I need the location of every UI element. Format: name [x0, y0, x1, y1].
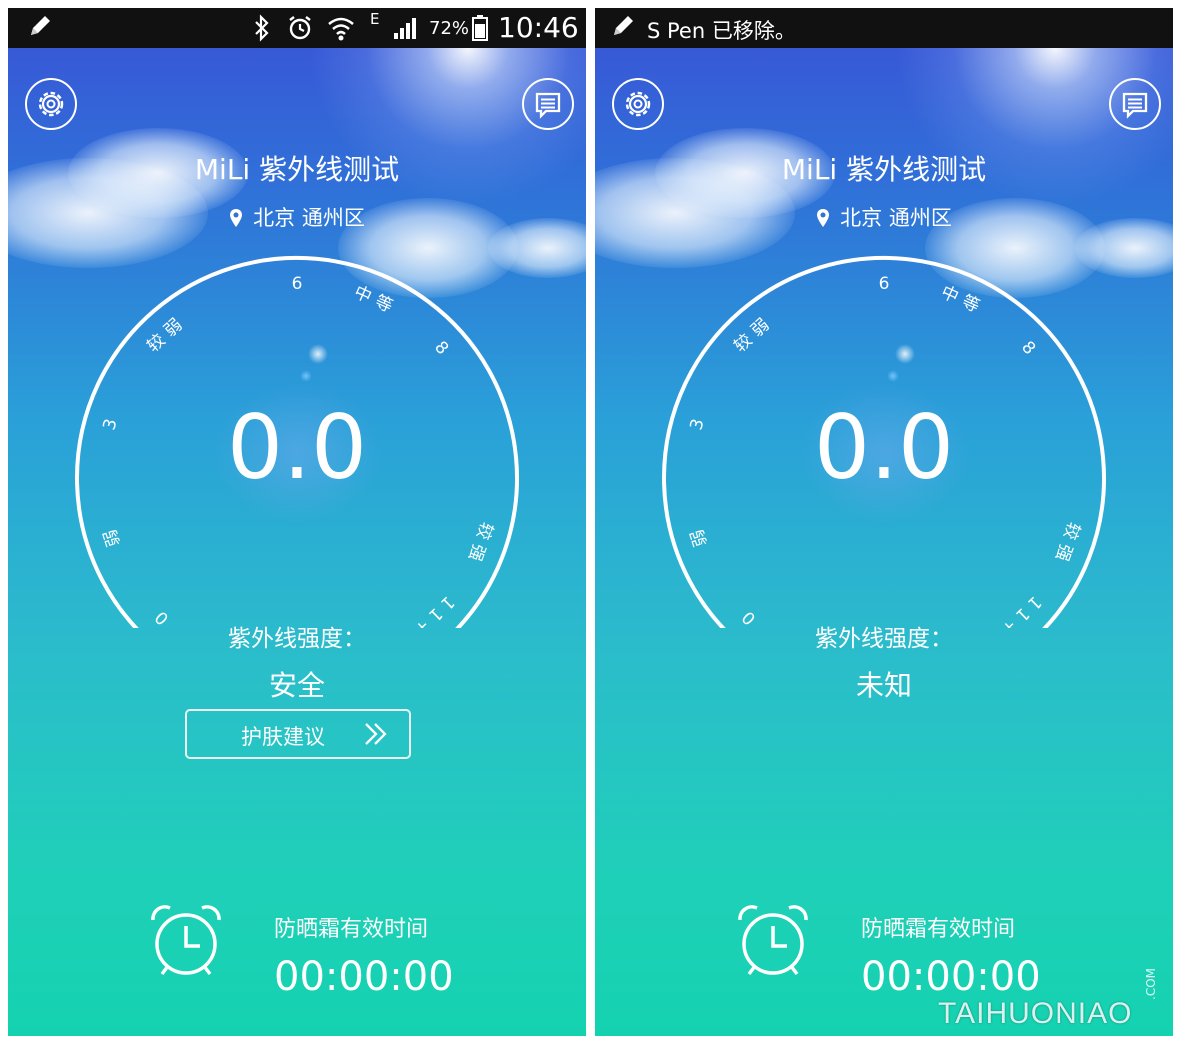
skincare-advice-button[interactable]: 护肤建议 [185, 709, 411, 759]
phone-screen-right: S Pen 已移除。 MiLi 紫外线测试 北京 通州区 0 弱 3 较弱 6 中等 8 较强… [595, 8, 1173, 1036]
gauge-tick-label: 较弱 [730, 311, 778, 357]
uv-gauge: 0弱3较弱6中等8较强11+极强 [662, 256, 1106, 628]
alarm-clock-icon[interactable] [735, 902, 815, 982]
gauge-tick-label: 较弱 [143, 311, 191, 357]
gauge-tick-label: 中等 [938, 282, 988, 319]
uv-status: 安全 [268, 669, 325, 702]
gauge-tick-label: 8 [430, 337, 452, 358]
watermark-suffix: .COM [1144, 968, 1158, 1000]
sunscreen-timer: 00:00:00 [861, 954, 1041, 1000]
gauge-tick-label: 6 [879, 274, 890, 294]
uv-intensity-label: 紫外线强度： [815, 626, 953, 652]
gauge-tick-label: 中等 [351, 282, 401, 319]
watermark: TAIHUONIAO [938, 997, 1133, 1030]
skincare-advice-label: 护肤建议 [241, 725, 325, 749]
uv-value: 0.0 [814, 396, 954, 499]
uv-intensity-label: 紫外线强度： [228, 626, 366, 652]
gauge-tick-label: 较强 [462, 519, 497, 569]
sunscreen-label: 防晒霜有效时间 [861, 917, 1016, 942]
sunscreen-label: 防晒霜有效时间 [274, 917, 429, 942]
uv-value: 0.0 [227, 396, 367, 499]
double-chevron-right-icon [365, 723, 387, 745]
gauge-tick-label: 6 [292, 274, 303, 294]
phone-screen-left: E 72% 10:46 MiLi 紫外线测试 北京 通州区 0 弱 3 较弱 6… [8, 8, 586, 1036]
gauge-tick-label: 弱 [100, 527, 124, 549]
sunscreen-timer: 00:00:00 [274, 954, 454, 1000]
uv-gauge: 0弱3较弱6中等8较强11+极强 [75, 256, 519, 628]
gauge-tick-label: 8 [1017, 337, 1039, 358]
gauge-tick-label: 弱 [687, 527, 711, 549]
gauge-tick-label: 较强 [1049, 519, 1084, 569]
uv-status: 未知 [855, 669, 912, 702]
alarm-clock-icon[interactable] [148, 902, 228, 982]
